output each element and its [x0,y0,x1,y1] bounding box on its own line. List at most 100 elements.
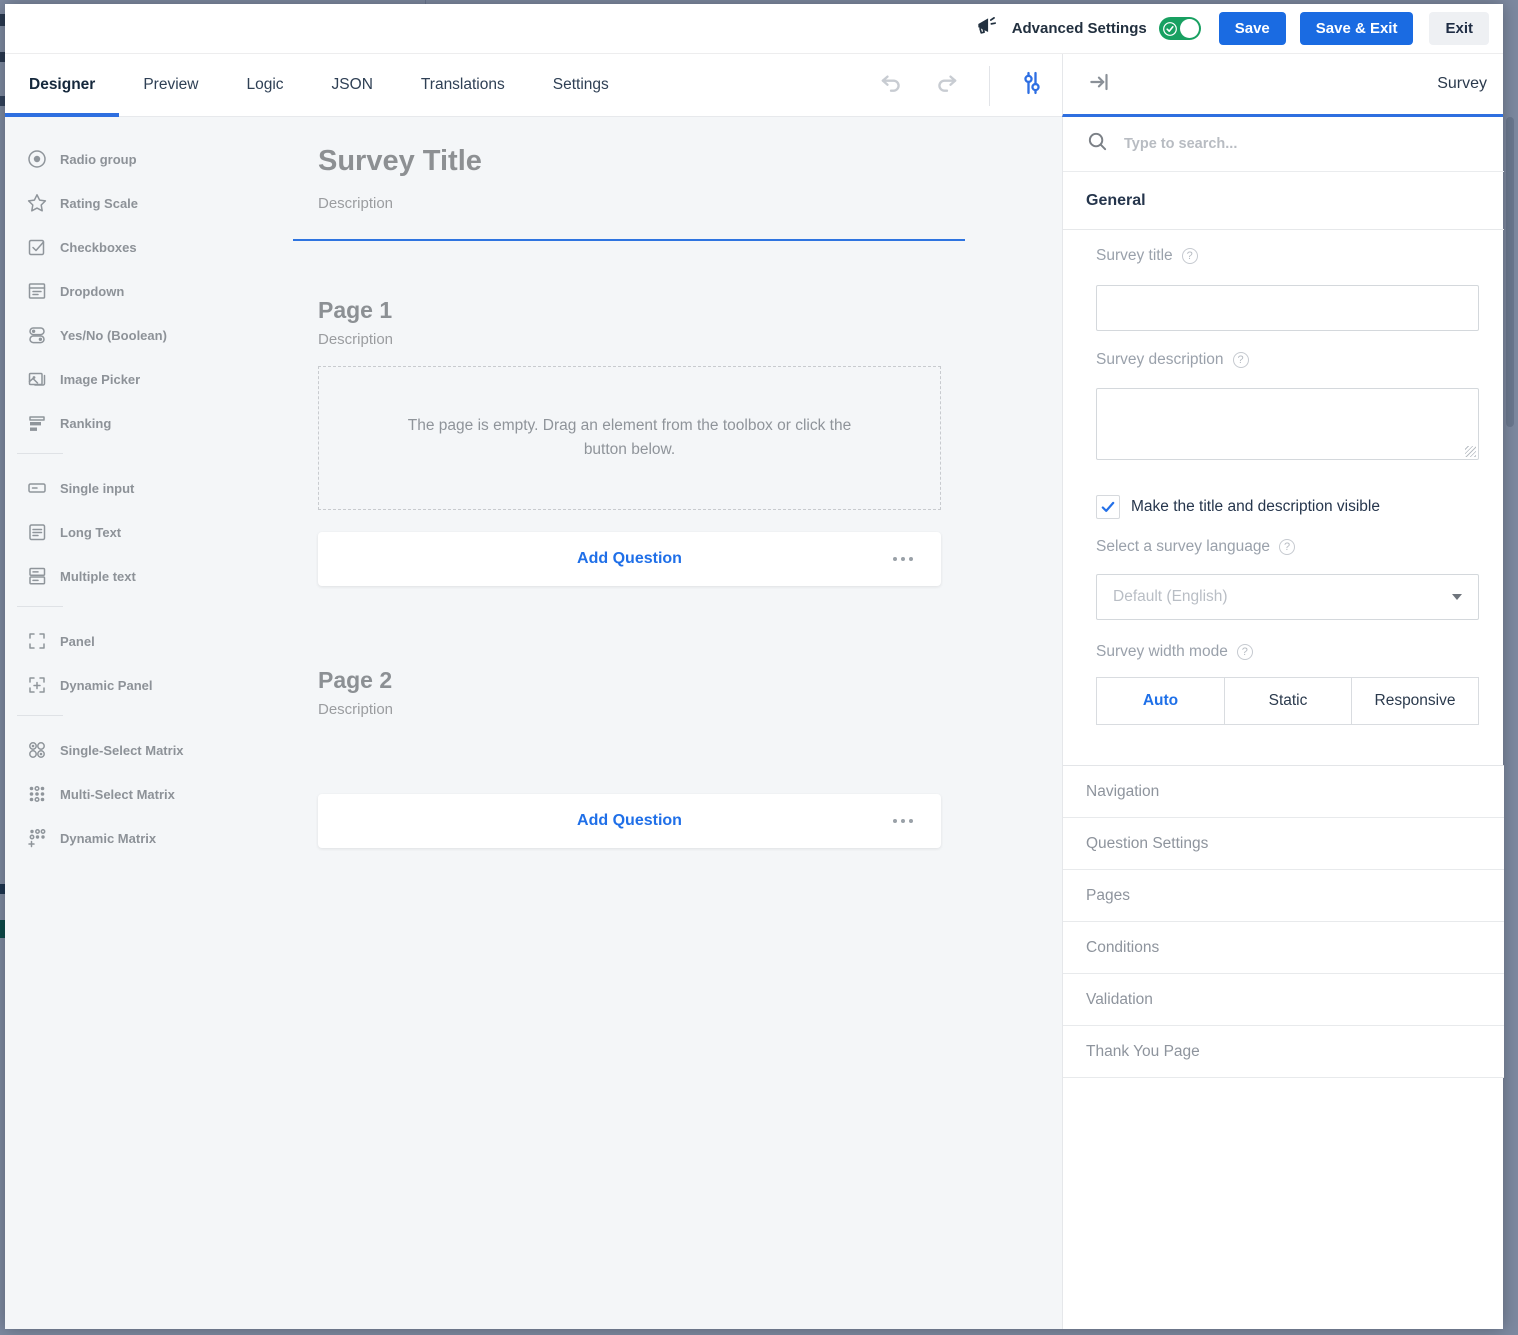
section-question-settings[interactable]: Question Settings [1063,818,1504,870]
advanced-settings-label: Advanced Settings [1012,20,1147,37]
section-general-header[interactable]: General [1063,172,1504,230]
toolbox-item-label: Dropdown [60,284,124,299]
add-question-button[interactable]: Add Question [577,550,682,568]
section-label: Pages [1086,887,1130,905]
toolbox-item-rating[interactable]: Rating Scale [5,181,297,225]
toolbox-item-label: Yes/No (Boolean) [60,328,167,343]
page2-description[interactable]: Description [318,701,393,718]
toolbox-item-comment[interactable]: Long Text [5,510,297,554]
save-button[interactable]: Save [1219,12,1286,45]
top-toolbar: Advanced Settings Save Save & Exit Exit [5,4,1503,54]
page1-title[interactable]: Page 1 [318,297,392,324]
tab-label: Preview [143,76,198,94]
megaphone-icon[interactable] [974,13,1000,44]
help-icon[interactable] [1237,644,1253,660]
section-navigation[interactable]: Navigation [1063,766,1504,818]
exit-button[interactable]: Exit [1429,12,1489,45]
tab-logic[interactable]: Logic [222,54,307,116]
toolbox-item-checkboxes[interactable]: Checkboxes [5,225,297,269]
toolbox-item-multipletext[interactable]: Multiple text [5,554,297,598]
toolbox-item-ranking[interactable]: Ranking [5,401,297,445]
field-label: Survey width mode [1096,643,1228,661]
empty-page-hint: The page is empty. Drag an element from … [385,414,875,462]
section-pages[interactable]: Pages [1063,870,1504,922]
tab-designer[interactable]: Designer [5,54,119,116]
designer-surface: Radio group Rating Scale Checkboxes Drop… [5,117,1062,1329]
image-picker-icon [26,368,48,390]
page2-menu-button[interactable] [887,813,919,829]
toolbox-item-matrix-multi[interactable]: Multi-Select Matrix [5,772,297,816]
width-mode-label-row: Survey width mode [1096,643,1253,661]
rating-scale-icon [26,192,48,214]
toolbox-item-boolean[interactable]: Yes/No (Boolean) [5,313,297,357]
single-input-icon [26,477,48,499]
settings-sliders-icon[interactable] [1018,69,1046,102]
property-panel-header: Survey [1062,54,1503,117]
resize-handle-icon[interactable] [1465,446,1476,457]
page-scrollbar-thumb[interactable] [1506,117,1514,427]
help-icon[interactable] [1182,248,1198,264]
toolbox-item-label: Long Text [60,525,121,540]
tab-preview[interactable]: Preview [119,54,222,116]
page1-menu-button[interactable] [887,551,919,567]
long-text-icon [26,521,48,543]
dot [901,557,905,561]
survey-description[interactable]: Description [318,195,393,212]
language-select[interactable]: Default (English) [1096,574,1479,620]
toolbox-item-label: Single input [60,481,134,496]
page1-empty-dropzone[interactable]: The page is empty. Drag an element from … [318,366,941,510]
field-label: Survey title [1096,247,1173,265]
toolbox-item-radiogroup[interactable]: Radio group [5,137,297,181]
survey-creator-window: Advanced Settings Save Save & Exit Exit … [5,4,1503,1329]
toolbox-item-paneldynamic[interactable]: Dynamic Panel [5,663,297,707]
section-conditions[interactable]: Conditions [1063,922,1504,974]
width-mode-auto[interactable]: Auto [1097,678,1224,724]
undo-icon[interactable] [877,69,905,102]
toolbox-item-matrix-dynamic[interactable]: Dynamic Matrix [5,816,297,860]
collapse-panel-icon[interactable] [1087,69,1113,100]
help-icon[interactable] [1233,352,1249,368]
title-visibility-checkbox-row[interactable]: Make the title and description visible [1096,495,1380,519]
section-label: Navigation [1086,783,1159,801]
section-thank-you-page[interactable]: Thank You Page [1063,1026,1504,1078]
help-icon[interactable] [1279,539,1295,555]
tab-translations[interactable]: Translations [397,54,529,116]
toolbox-item-panel[interactable]: Panel [5,619,297,663]
property-search-input[interactable] [1122,135,1422,153]
width-mode-static[interactable]: Static [1224,678,1351,724]
survey-description-textarea[interactable] [1096,388,1479,460]
toolbox-item-dropdown[interactable]: Dropdown [5,269,297,313]
save-and-exit-button[interactable]: Save & Exit [1300,12,1414,45]
dot [909,819,913,823]
advanced-settings-toggle[interactable] [1159,17,1201,40]
checkbox-checked[interactable] [1096,495,1120,519]
multi-select-matrix-icon [26,783,48,805]
add-question-button[interactable]: Add Question [577,812,682,830]
survey-title-input[interactable] [1096,285,1479,331]
tab-settings[interactable]: Settings [529,54,633,116]
survey-description-label-row: Survey description [1096,351,1249,369]
tab-json[interactable]: JSON [308,54,397,116]
toolbox-item-label: Dynamic Panel [60,678,153,693]
chevron-down-icon [1452,594,1462,600]
toolbox-item-label: Single-Select Matrix [60,743,184,758]
divider [989,66,990,106]
toolbox-item-label: Checkboxes [60,240,137,255]
toolbox-item-matrix-single[interactable]: Single-Select Matrix [5,728,297,772]
section-validation[interactable]: Validation [1063,974,1504,1026]
history-controls [877,54,1046,117]
redo-icon[interactable] [933,69,961,102]
survey-title[interactable]: Survey Title [318,145,482,178]
toolbox-item-text[interactable]: Single input [5,466,297,510]
toolbox-item-label: Image Picker [60,372,140,387]
page2-title[interactable]: Page 2 [318,667,392,694]
width-mode-responsive[interactable]: Responsive [1351,678,1478,724]
toolbox-divider [17,453,63,454]
toolbox-item-imagepicker[interactable]: Image Picker [5,357,297,401]
toolbox-item-label: Multiple text [60,569,136,584]
search-icon [1086,130,1109,158]
tab-label: Translations [421,76,505,94]
page1-description[interactable]: Description [318,331,393,348]
toolbox-divider [17,606,63,607]
language-label-row: Select a survey language [1096,538,1295,556]
